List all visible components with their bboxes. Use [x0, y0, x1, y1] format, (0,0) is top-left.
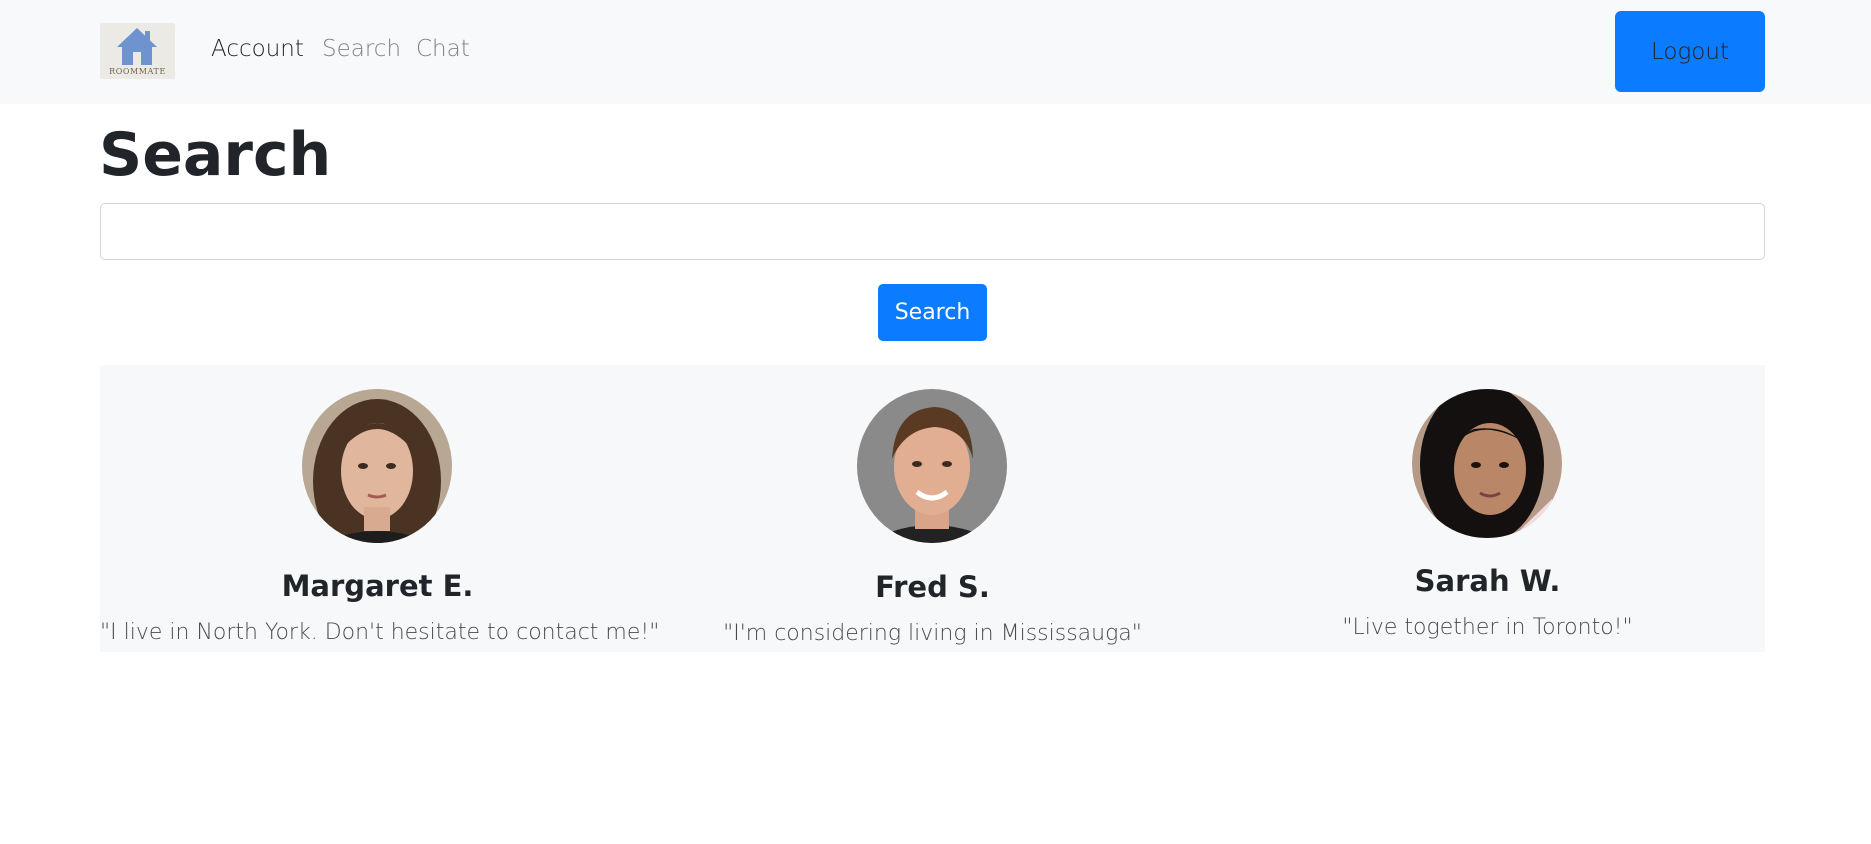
result-card[interactable]: Margaret E. "I live in North York. Don't…: [100, 365, 660, 652]
search-button[interactable]: Search: [878, 284, 987, 341]
result-quote: "I live in North York. Don't hesitate to…: [100, 620, 660, 645]
avatar[interactable]: [1412, 389, 1562, 538]
avatar[interactable]: [857, 389, 1007, 543]
result-quote: "I'm considering living in Mississauga": [723, 621, 1142, 646]
result-card[interactable]: Sarah W. "Live together in Toronto!": [1210, 365, 1765, 652]
search-input[interactable]: [100, 203, 1765, 260]
nav-link-account[interactable]: Account: [211, 36, 304, 62]
logout-button[interactable]: Logout: [1615, 11, 1765, 92]
result-name[interactable]: Fred S.: [655, 570, 1210, 604]
search-results: Margaret E. "I live in North York. Don't…: [100, 365, 1765, 652]
nav-link-search[interactable]: Search: [322, 36, 401, 62]
nav-link-chat[interactable]: Chat: [416, 36, 470, 62]
page-title: Search: [99, 120, 332, 190]
avatar[interactable]: [302, 389, 452, 543]
result-card[interactable]: Fred S. "I'm considering living in Missi…: [655, 365, 1210, 652]
avatar-photo-icon: [302, 389, 452, 543]
roommate-logo[interactable]: ROOMMATE: [100, 23, 175, 79]
result-name[interactable]: Sarah W.: [1210, 564, 1765, 598]
result-quote: "Live together in Toronto!": [1342, 615, 1633, 640]
navbar: ROOMMATE Account Search Chat Logout: [0, 0, 1871, 104]
avatar-photo-icon: [857, 389, 1007, 543]
result-name[interactable]: Margaret E.: [100, 569, 655, 603]
house-icon: [117, 28, 157, 65]
logo-text: ROOMMATE: [109, 67, 166, 76]
avatar-photo-icon: [1412, 389, 1562, 538]
